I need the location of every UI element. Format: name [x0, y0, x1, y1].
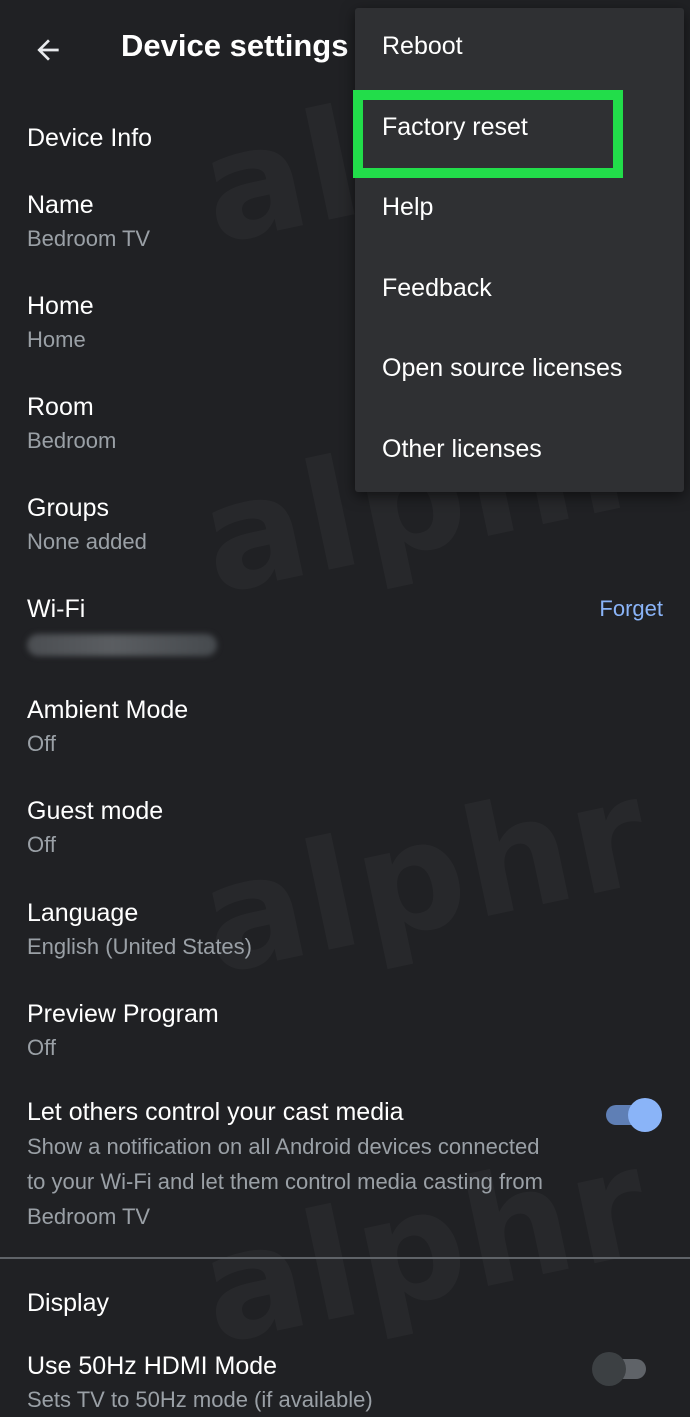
menu-item-label: Reboot: [382, 32, 463, 60]
page-title: Device settings: [121, 28, 349, 63]
back-button[interactable]: [22, 28, 74, 72]
menu-item-label: Feedback: [382, 274, 492, 302]
setting-label: Wi-Fi: [27, 595, 86, 623]
setting-description: Show a notification on all Android devic…: [27, 1129, 587, 1234]
section-title-device-info: Device Info: [27, 124, 153, 152]
setting-value: None added: [27, 529, 147, 554]
setting-label: Groups: [27, 494, 109, 522]
overflow-menu: Reboot Factory reset Help Feedback Open …: [355, 8, 684, 492]
arrow-back-icon: [37, 39, 59, 61]
menu-item-label: Open source licenses: [382, 354, 623, 382]
setting-hdmi-50hz[interactable]: Use 50Hz HDMI Mode Sets TV to 50Hz mode …: [27, 1349, 590, 1417]
description-line: to your Wi-Fi and let them control media…: [27, 1169, 543, 1194]
menu-item-other-licenses[interactable]: Other licenses: [355, 413, 684, 493]
setting-label: Language: [27, 899, 139, 927]
menu-item-help[interactable]: Help: [355, 171, 684, 251]
setting-guest-mode[interactable]: Guest mode Off: [27, 794, 663, 862]
watermark: alphr: [187, 745, 664, 1009]
setting-value: Off: [27, 731, 56, 756]
setting-label: Use 50Hz HDMI Mode: [27, 1352, 278, 1380]
hdmi-50hz-toggle[interactable]: [592, 1350, 650, 1388]
setting-language[interactable]: Language English (United States): [27, 896, 663, 964]
setting-label: Preview Program: [27, 1000, 219, 1028]
setting-ambient-mode[interactable]: Ambient Mode Off: [27, 693, 663, 761]
description-line: Show a notification on all Android devic…: [27, 1134, 540, 1159]
setting-groups[interactable]: Groups None added: [27, 491, 663, 559]
description-line: Bedroom TV: [27, 1204, 151, 1229]
setting-cast-control[interactable]: Let others control your cast media Show …: [27, 1095, 590, 1234]
setting-value: Sets TV to 50Hz mode (if available): [27, 1387, 373, 1412]
setting-label: Guest mode: [27, 797, 164, 825]
setting-label: Let others control your cast media: [27, 1098, 404, 1126]
menu-item-factory-reset[interactable]: Factory reset: [355, 91, 684, 171]
section-title-display: Display: [27, 1289, 109, 1317]
forget-wifi-link[interactable]: Forget: [599, 596, 663, 622]
menu-item-label: Other licenses: [382, 435, 542, 463]
section-divider: [0, 1257, 690, 1259]
setting-wifi[interactable]: Wi-Fi: [27, 592, 530, 656]
setting-value: Off: [27, 832, 56, 857]
wifi-network-name-blurred: [27, 634, 217, 656]
setting-preview-program[interactable]: Preview Program Off: [27, 997, 663, 1065]
menu-item-label: Factory reset: [382, 113, 528, 141]
setting-label: Ambient Mode: [27, 696, 189, 724]
menu-item-feedback[interactable]: Feedback: [355, 252, 684, 332]
setting-value: Off: [27, 1035, 56, 1060]
menu-item-reboot[interactable]: Reboot: [355, 10, 684, 90]
toggle-thumb: [628, 1098, 662, 1132]
toggle-thumb: [592, 1352, 626, 1386]
setting-value: English (United States): [27, 934, 252, 959]
menu-item-label: Help: [382, 193, 434, 221]
menu-item-open-source-licenses[interactable]: Open source licenses: [355, 332, 684, 412]
cast-control-toggle[interactable]: [606, 1096, 662, 1134]
device-settings-screen: alphr alphr alphr alphr Device settings …: [0, 0, 690, 1415]
